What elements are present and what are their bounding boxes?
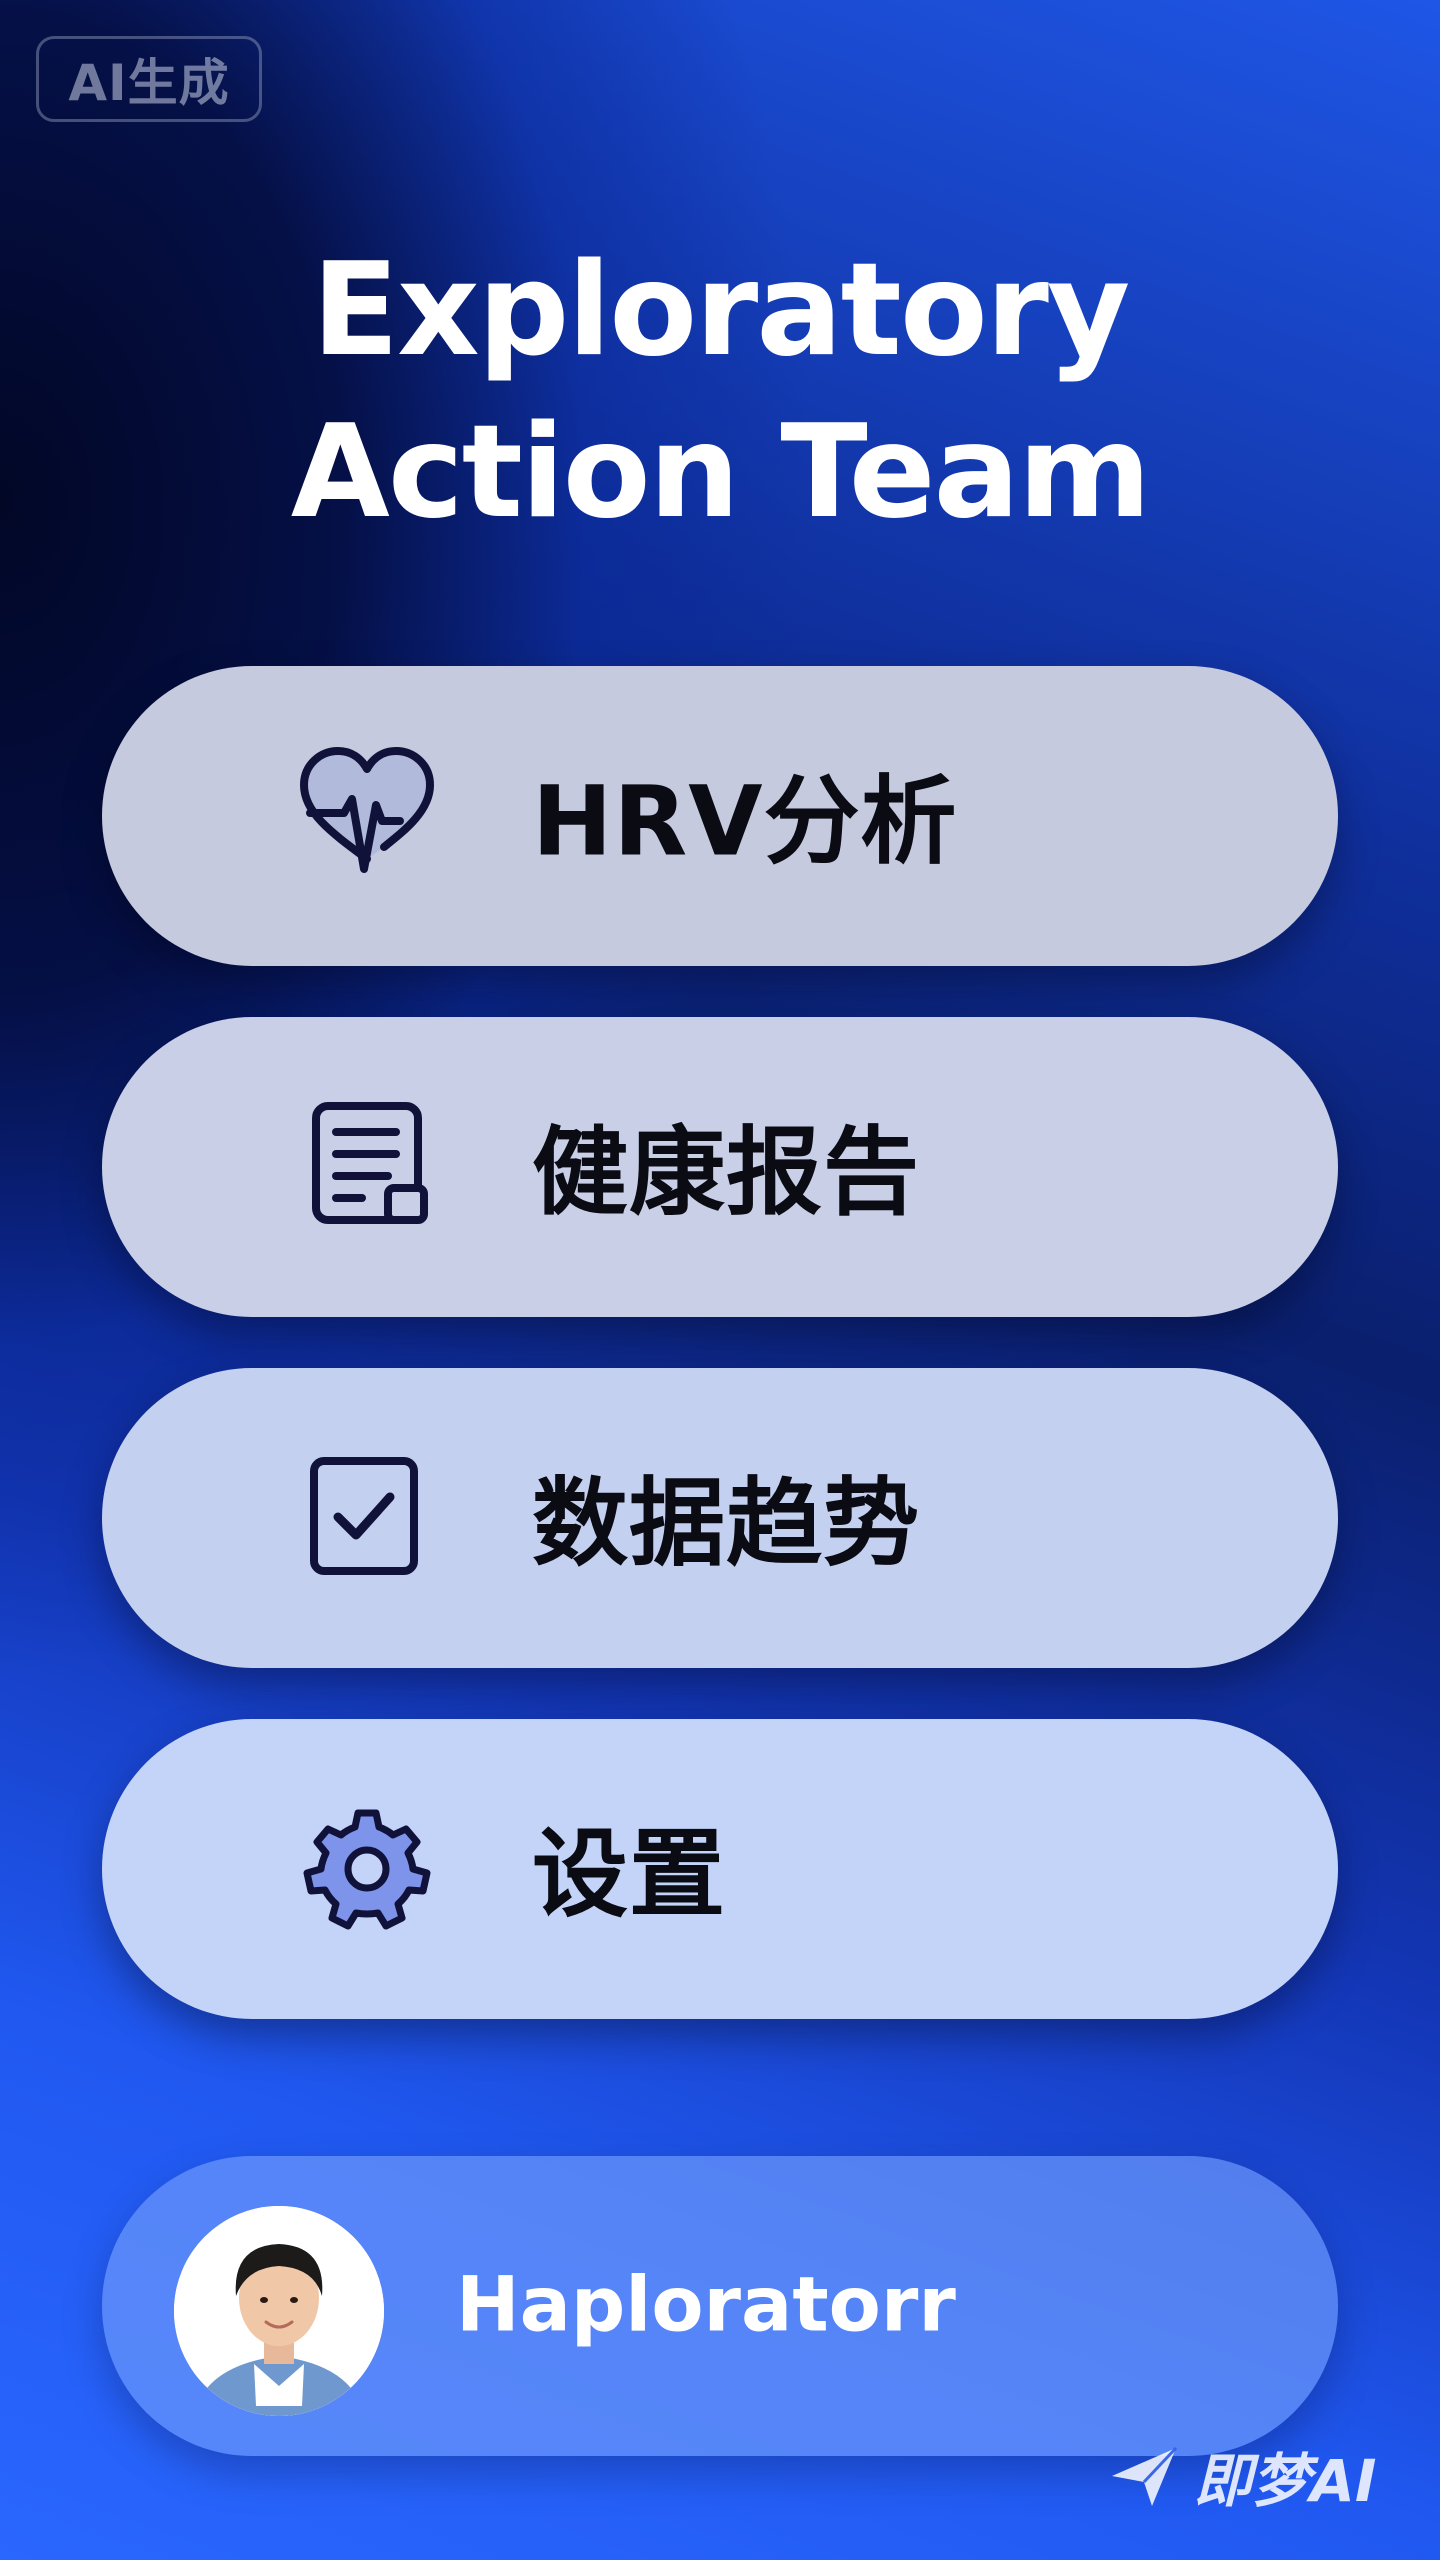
- ai-generated-badge: AI生成: [36, 36, 262, 122]
- page-title: Exploratory Action Team: [0, 230, 1440, 554]
- checkbox-icon: [292, 1443, 442, 1593]
- menu-item-label: HRV分析: [532, 765, 958, 878]
- menu-item-data-trends[interactable]: 数据趋势: [102, 1368, 1338, 1668]
- heart-pulse-icon: [292, 741, 442, 891]
- watermark-text: 即梦AI: [1194, 2447, 1377, 2515]
- document-report-icon: [292, 1092, 442, 1242]
- menu-item-hrv-analysis[interactable]: HRV分析: [102, 666, 1338, 966]
- menu-item-settings[interactable]: 设置: [102, 1719, 1338, 2019]
- menu-item-health-report[interactable]: 健康报告: [102, 1017, 1338, 1317]
- page-title-line-2: Action Team: [290, 398, 1152, 547]
- gear-icon: [292, 1794, 442, 1944]
- avatar[interactable]: [174, 2206, 384, 2416]
- paper-plane-logo-icon: [1112, 2446, 1178, 2506]
- menu-item-label: 健康报告: [532, 1116, 920, 1229]
- menu-item-label: 设置: [532, 1818, 726, 1931]
- menu-item-label: 数据趋势: [532, 1467, 920, 1580]
- page-title-line-1: Exploratory: [311, 236, 1131, 385]
- watermark: 即梦AI: [1108, 2436, 1408, 2516]
- user-profile-card[interactable]: Haploratorr: [102, 2156, 1338, 2456]
- username: Haploratorr: [456, 2259, 956, 2349]
